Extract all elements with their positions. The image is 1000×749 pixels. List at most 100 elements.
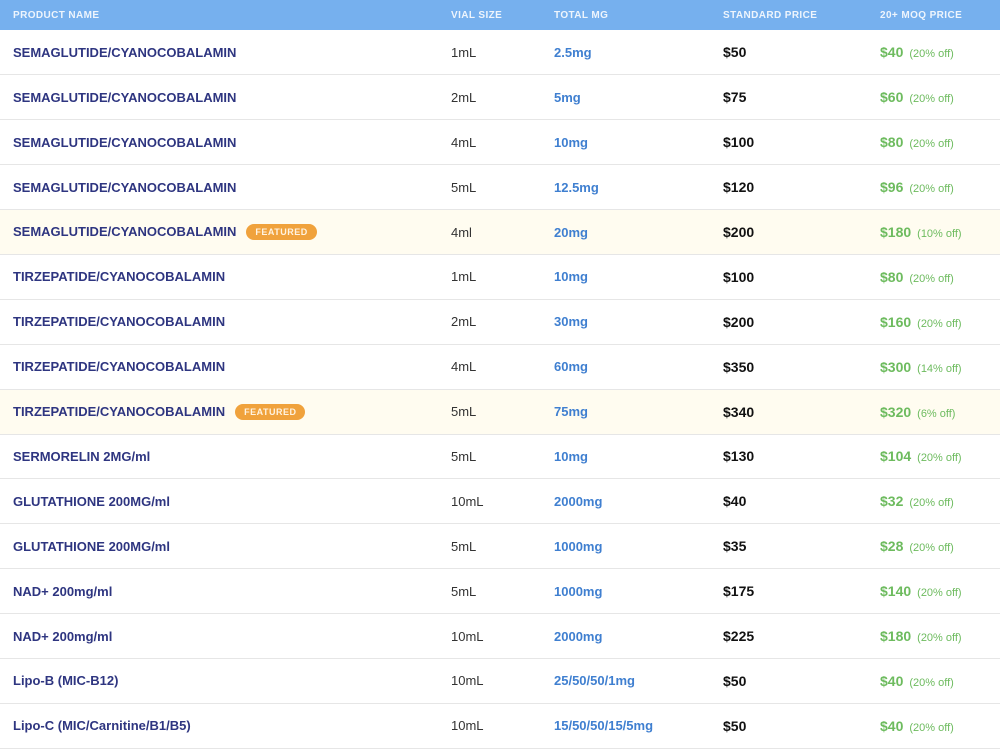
standard-price: $200: [723, 313, 755, 330]
table-row: TIRZEPATIDE/CYANOCOBALAMIN 1mL 10mg $100…: [0, 254, 1000, 300]
moq-price: $140: [880, 583, 912, 600]
table-row: NAD+ 200mg/ml 10mL 2000mg $225 $180 (20% …: [0, 614, 1000, 659]
vial-size: 10mL: [451, 673, 484, 689]
cell-moq: $40 (20% off): [880, 658, 1000, 703]
total-mg: 10mg: [554, 269, 588, 285]
cell-product: TIRZEPATIDE/CYANOCOBALAMIN: [0, 344, 451, 389]
table-row: SEMAGLUTIDE/CYANOCOBALAMIN 4mL 10mg $100…: [0, 120, 1000, 165]
moq-price: $180: [880, 628, 912, 645]
header-product-name[interactable]: PRODUCT NAME: [0, 0, 451, 30]
total-mg: 60mg: [554, 359, 588, 375]
moq-price: $80: [880, 268, 904, 285]
total-mg: 1000mg: [554, 583, 603, 599]
vial-size: 5mL: [451, 404, 477, 420]
standard-price: $35: [723, 538, 747, 555]
discount-label: (20% off): [909, 721, 954, 734]
table-row: SEMAGLUTIDE/CYANOCOBALAMIN 5mL 12.5mg $1…: [0, 165, 1000, 210]
cell-product: SEMAGLUTIDE/CYANOCOBALAMIN: [0, 120, 451, 165]
cell-product: TIRZEPATIDE/CYANOCOBALAMIN FEATURED: [0, 389, 451, 434]
cell-product: TIRZEPATIDE/CYANOCOBALAMIN: [0, 299, 451, 344]
discount-label: (20% off): [917, 452, 962, 465]
cell-moq: $60 (20% off): [880, 75, 1000, 120]
total-mg: 20mg: [554, 224, 588, 240]
cell-product: Lipo-C (MIC/Carnitine/B1/B5): [0, 703, 451, 748]
vial-size: 10mL: [451, 493, 484, 509]
featured-badge: FEATURED: [235, 403, 306, 420]
product-name: Lipo-B (MIC-B12): [13, 673, 119, 689]
moq-price: $104: [880, 448, 912, 465]
discount-label: (20% off): [909, 676, 954, 689]
total-mg: 12.5mg: [554, 179, 599, 195]
vial-size: 5mL: [451, 538, 477, 554]
cell-moq: $40 (20% off): [880, 703, 1000, 748]
standard-price: $340: [723, 403, 755, 420]
product-name: GLUTATHIONE 200MG/ml: [13, 538, 170, 554]
cell-moq: $180 (10% off): [880, 210, 1000, 255]
table-row: NAD+ 200mg/ml 5mL 1000mg $175 $140 (20% o…: [0, 569, 1000, 614]
product-name: SERMORELIN 2MG/ml: [13, 448, 151, 464]
cell-moq: $40 (20% off): [880, 30, 1000, 75]
discount-label: (20% off): [909, 48, 954, 61]
vial-size: 5mL: [451, 179, 477, 195]
table-row: GLUTATHIONE 200MG/ml 5mL 1000mg $35 $28 (…: [0, 524, 1000, 569]
table-row: SEMAGLUTIDE/CYANOCOBALAMIN 2mL 5mg $75 $…: [0, 75, 1000, 120]
standard-price: $75: [723, 89, 747, 106]
vial-size: 1mL: [451, 44, 477, 60]
total-mg: 10mg: [554, 448, 588, 464]
total-mg: 30mg: [554, 314, 588, 330]
vial-size: 2mL: [451, 89, 477, 105]
product-name: SEMAGLUTIDE/CYANOCOBALAMIN: [13, 44, 237, 60]
standard-price: $200: [723, 224, 755, 240]
moq-price: $96: [880, 179, 904, 196]
vial-size: 10mL: [451, 628, 484, 644]
discount-label: (14% off): [917, 362, 962, 375]
header-vial-size[interactable]: VIAL SIZE: [451, 0, 554, 30]
product-name: SEMAGLUTIDE/CYANOCOBALAMIN: [13, 224, 237, 239]
moq-price: $32: [880, 493, 904, 510]
total-mg: 5mg: [554, 89, 581, 105]
discount-label: (20% off): [909, 497, 954, 510]
cell-product: SEMAGLUTIDE/CYANOCOBALAMIN: [0, 165, 451, 210]
header-total-mg[interactable]: TOTAL MG: [554, 0, 723, 30]
moq-price: $28: [880, 538, 904, 555]
moq-price: $80: [880, 134, 904, 151]
total-mg: 2000mg: [554, 493, 603, 509]
vial-size: 10mL: [451, 718, 484, 734]
moq-price: $40: [880, 44, 904, 61]
table-header-row: PRODUCT NAME VIAL SIZE TOTAL MG STANDARD…: [0, 0, 1000, 30]
cell-moq: $32 (20% off): [880, 479, 1000, 524]
product-name: SEMAGLUTIDE/CYANOCOBALAMIN: [13, 134, 237, 150]
standard-price: $50: [723, 44, 747, 61]
header-moq-price[interactable]: 20+ MOQ PRICE: [880, 0, 1000, 30]
product-name: NAD+ 200mg/ml: [13, 583, 113, 599]
cell-product: SERMORELIN 2MG/ml: [0, 434, 451, 479]
discount-label: (20% off): [909, 138, 954, 151]
cell-moq: $140 (20% off): [880, 569, 1000, 614]
table-row: SEMAGLUTIDE/CYANOCOBALAMIN FEATURED 4ml 2…: [0, 209, 1000, 255]
standard-price: $350: [723, 358, 755, 375]
standard-price: $50: [723, 717, 747, 734]
header-standard-price[interactable]: STANDARD PRICE: [723, 0, 880, 30]
vial-size: 1mL: [451, 269, 477, 285]
standard-price: $100: [723, 268, 755, 285]
moq-price: $320: [880, 403, 912, 420]
cell-moq: $180 (20% off): [880, 614, 1000, 659]
standard-price: $130: [723, 448, 755, 465]
cell-moq: $28 (20% off): [880, 524, 1000, 569]
moq-price: $60: [880, 89, 904, 106]
standard-price: $225: [723, 628, 755, 645]
discount-label: (20% off): [917, 632, 962, 645]
table-row: Lipo-C (MIC/Carnitine/B1/B5) 10mL 15/50/…: [0, 703, 1000, 749]
moq-price: $40: [880, 717, 904, 734]
vial-size: 4mL: [451, 134, 477, 150]
total-mg: 25/50/50/1mg: [554, 673, 635, 689]
total-mg: 75mg: [554, 404, 588, 420]
discount-label: (6% off): [917, 407, 956, 420]
vial-size: 5mL: [451, 448, 477, 464]
cell-moq: $104 (20% off): [880, 434, 1000, 479]
discount-label: (20% off): [917, 587, 962, 600]
discount-label: (20% off): [909, 272, 954, 285]
product-name: TIRZEPATIDE/CYANOCOBALAMIN: [13, 314, 226, 330]
cell-product: NAD+ 200mg/ml: [0, 614, 451, 659]
discount-label: (20% off): [909, 542, 954, 555]
